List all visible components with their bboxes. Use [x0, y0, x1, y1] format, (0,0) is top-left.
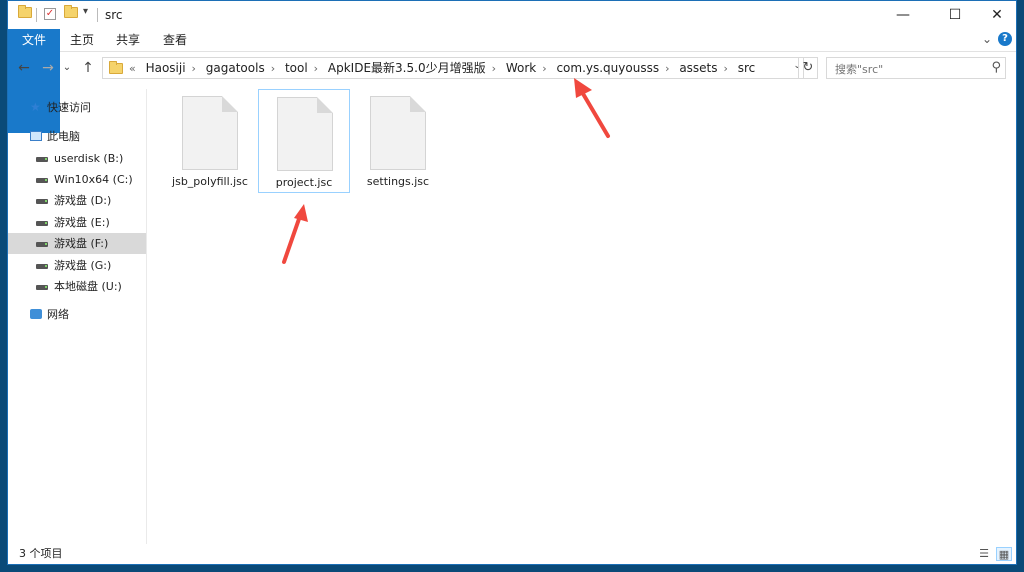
properties-icon[interactable]: ✓ — [44, 8, 56, 20]
drive-icon — [36, 157, 48, 162]
chevron-right-icon[interactable]: › — [540, 59, 548, 79]
help-icon[interactable]: ? — [998, 32, 1012, 46]
sidebar-item-drive-d[interactable]: 游戏盘 (D:) — [8, 190, 146, 211]
network-icon — [30, 309, 42, 319]
sidebar-item-label: Win10x64 (C:) — [54, 173, 133, 186]
explorer-window: ✓ ▾ src — ☐ ✕ 文件 主页 共享 查看 ⌄ ? ← → ⌄ ↑ « … — [7, 0, 1017, 565]
document-icon — [182, 96, 238, 170]
sidebar-item-drive-u[interactable]: 本地磁盘 (U:) — [8, 276, 146, 297]
file-item[interactable]: jsb_polyfill.jsc — [164, 89, 256, 193]
ribbon-expand-icon[interactable]: ⌄ — [982, 32, 992, 46]
sidebar-item-label: 快速访问 — [47, 101, 91, 114]
breadcrumb-item[interactable]: ApkIDE最新3.5.0少月增强版 — [324, 58, 490, 78]
navigation-pane: ★ 快速访问 此电脑 userdisk (B:) Win10x64 (C:) 游… — [8, 89, 147, 544]
address-folder-icon — [109, 61, 123, 77]
file-name: project.jsc — [275, 176, 333, 189]
breadcrumb-overflow-icon[interactable]: « — [127, 59, 138, 79]
chevron-right-icon[interactable]: › — [722, 59, 730, 79]
sidebar-item-label: 本地磁盘 (U:) — [54, 280, 122, 293]
breadcrumb-item[interactable]: Haosiji — [142, 58, 190, 78]
sidebar-item-label: 游戏盘 (G:) — [54, 259, 112, 272]
breadcrumb-item[interactable]: Work — [502, 58, 540, 78]
document-icon — [277, 97, 333, 171]
window-title: src — [105, 8, 123, 22]
refresh-button[interactable]: ↻ — [798, 57, 818, 79]
drive-icon — [36, 221, 48, 226]
system-drive-icon — [36, 178, 48, 183]
drive-icon — [36, 285, 48, 290]
breadcrumb-item[interactable]: assets — [675, 58, 721, 78]
chevron-right-icon[interactable]: › — [269, 59, 277, 79]
details-view-icon[interactable]: ☰ — [976, 547, 992, 561]
sidebar-item-network[interactable]: 网络 — [8, 304, 146, 325]
breadcrumb-item[interactable]: com.ys.quyousss — [552, 58, 663, 78]
tab-view[interactable]: 查看 — [155, 29, 195, 51]
drive-icon — [36, 199, 48, 204]
file-item[interactable]: project.jsc — [258, 89, 350, 193]
star-icon: ★ — [30, 100, 41, 114]
breadcrumb-item[interactable]: gagatools — [202, 58, 269, 78]
chevron-right-icon[interactable]: › — [663, 59, 671, 79]
file-item[interactable]: settings.jsc — [352, 89, 444, 193]
search-input[interactable] — [827, 58, 987, 80]
sidebar-item-drive-f[interactable]: 游戏盘 (F:) — [8, 233, 146, 254]
large-icons-view-icon[interactable]: ▦ — [996, 547, 1012, 561]
chevron-right-icon[interactable]: › — [190, 59, 198, 79]
sidebar-item-drive-g[interactable]: 游戏盘 (G:) — [8, 255, 146, 276]
sidebar-item-label: 游戏盘 (E:) — [54, 216, 110, 229]
sidebar-item-label: 网络 — [47, 308, 69, 321]
breadcrumb: « Haosiji › gagatools › tool › ApkIDE最新3.5.… — [127, 58, 759, 78]
tab-share[interactable]: 共享 — [108, 29, 148, 51]
breadcrumb-item[interactable]: tool — [281, 58, 312, 78]
customize-toolbar-icon[interactable]: ▾ — [83, 6, 88, 22]
ribbon: 文件 主页 共享 查看 ⌄ ? — [8, 29, 1016, 133]
sidebar-item-label: userdisk (B:) — [54, 152, 124, 165]
breadcrumb-item[interactable]: src — [734, 58, 760, 78]
sidebar-item-label: 此电脑 — [47, 130, 80, 143]
search-icon[interactable]: ⚲ — [991, 60, 1001, 75]
computer-icon — [30, 131, 42, 141]
navigation-bar: ← → ⌄ ↑ « Haosiji › gagatools › tool › ApkI… — [8, 53, 1016, 83]
document-icon — [370, 96, 426, 170]
folder-icon — [18, 5, 32, 23]
tab-home[interactable]: 主页 — [62, 29, 102, 51]
status-bar: 3 个项目 ☰ ▦ — [8, 544, 1016, 564]
search-box[interactable]: ⚲ — [826, 57, 1006, 80]
new-folder-icon[interactable] — [64, 5, 78, 23]
chevron-right-icon[interactable]: › — [490, 59, 498, 79]
back-arrow-icon[interactable]: ← — [14, 58, 34, 78]
file-name: settings.jsc — [366, 175, 430, 188]
drive-icon — [36, 264, 48, 269]
sidebar-item-label: 游戏盘 (D:) — [54, 194, 112, 207]
maximize-button[interactable]: ☐ — [932, 1, 978, 29]
up-arrow-icon[interactable]: ↑ — [78, 58, 98, 78]
file-name: jsb_polyfill.jsc — [172, 175, 248, 188]
sidebar-item-this-pc[interactable]: 此电脑 — [8, 126, 146, 147]
item-count: 3 个项目 — [19, 547, 63, 560]
close-button[interactable]: ✕ — [974, 1, 1016, 29]
chevron-right-icon[interactable]: › — [312, 59, 320, 79]
sidebar-item-drive-e[interactable]: 游戏盘 (E:) — [8, 212, 146, 233]
minimize-button[interactable]: — — [880, 1, 926, 29]
sidebar-item-drive-c[interactable]: Win10x64 (C:) — [8, 169, 146, 190]
recent-locations-icon[interactable]: ⌄ — [60, 58, 74, 78]
drive-icon — [36, 242, 48, 247]
sidebar-item-label: 游戏盘 (F:) — [54, 237, 109, 250]
title-bar: ✓ ▾ src — ☐ ✕ — [8, 1, 1016, 29]
forward-arrow-icon[interactable]: → — [38, 58, 58, 78]
sidebar-item-drive-b[interactable]: userdisk (B:) — [8, 148, 146, 169]
sidebar-item-quick-access[interactable]: ★ 快速访问 — [8, 97, 146, 118]
address-bar[interactable]: « Haosiji › gagatools › tool › ApkIDE最新3.5.… — [102, 57, 804, 79]
file-list: jsb_polyfill.jsc project.jsc settings.js… — [147, 89, 1016, 544]
